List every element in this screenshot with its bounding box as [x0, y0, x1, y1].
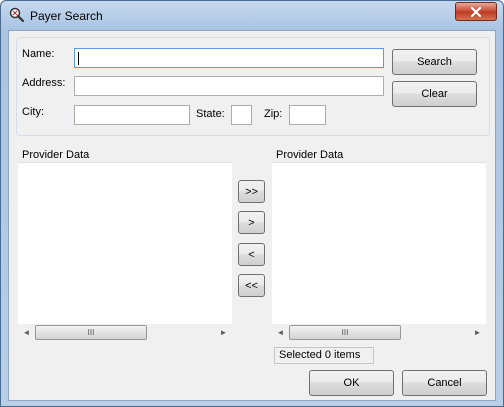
right-provider-list[interactable]	[272, 163, 486, 324]
payer-search-app-icon	[9, 7, 25, 23]
zip-input[interactable]	[289, 105, 326, 125]
name-input[interactable]	[74, 48, 384, 68]
right-list-header[interactable]: Provider Data	[272, 148, 486, 163]
state-label: State:	[196, 108, 225, 120]
clear-button[interactable]: Clear	[392, 81, 477, 107]
text-caret	[78, 52, 79, 65]
name-label: Name:	[22, 48, 55, 60]
address-label: Address:	[22, 77, 66, 89]
move-all-right-button[interactable]: >>	[238, 180, 265, 203]
right-horizontal-scrollbar[interactable]: ◄ III ►	[272, 324, 486, 341]
payer-search-window: Payer Search Name: Address: City: State:…	[0, 0, 504, 407]
scroll-right-arrow-icon[interactable]: ►	[469, 324, 486, 341]
cancel-button[interactable]: Cancel	[402, 370, 487, 396]
city-label: City:	[22, 106, 44, 118]
left-list-header[interactable]: Provider Data	[18, 148, 232, 163]
search-criteria-group: Name: Address: City: State: Zip: Search …	[16, 37, 490, 136]
selected-count-status: Selected 0 items	[274, 347, 374, 364]
state-input[interactable]	[231, 105, 252, 125]
close-button[interactable]	[455, 2, 497, 21]
move-all-left-button[interactable]: <<	[238, 274, 265, 297]
close-icon	[470, 6, 482, 17]
scroll-left-arrow-icon[interactable]: ◄	[18, 324, 35, 341]
move-right-button[interactable]: >	[238, 211, 265, 234]
scroll-thumb[interactable]: III	[289, 325, 401, 340]
scroll-right-arrow-icon[interactable]: ►	[215, 324, 232, 341]
ok-button[interactable]: OK	[309, 370, 394, 396]
zip-label: Zip:	[264, 108, 283, 120]
left-provider-list[interactable]	[18, 163, 232, 324]
city-input[interactable]	[74, 105, 190, 125]
move-left-button[interactable]: <	[238, 243, 265, 266]
left-horizontal-scrollbar[interactable]: ◄ III ►	[18, 324, 232, 341]
title-bar[interactable]: Payer Search	[1, 1, 503, 29]
dialog-client-area: Name: Address: City: State: Zip: Search …	[8, 30, 496, 401]
scroll-left-arrow-icon[interactable]: ◄	[272, 324, 289, 341]
scroll-thumb[interactable]: III	[35, 325, 147, 340]
search-button[interactable]: Search	[392, 49, 477, 75]
address-input[interactable]	[74, 76, 384, 96]
window-title: Payer Search	[30, 9, 103, 23]
